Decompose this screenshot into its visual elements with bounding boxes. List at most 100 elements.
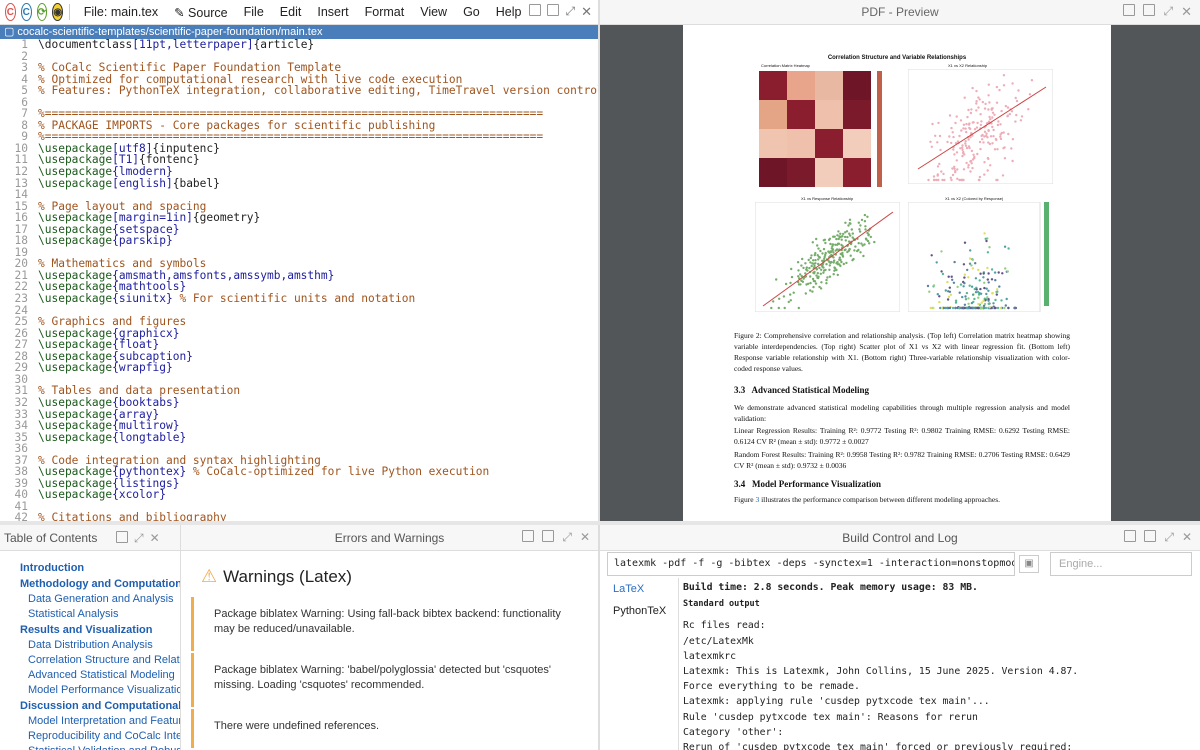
file-title[interactable]: File: main.tex — [76, 5, 166, 19]
scatter-point — [849, 254, 852, 257]
scatter-point — [965, 291, 969, 295]
code-line[interactable]: 1 \documentclass [11pt,letterpaper] {articl… — [0, 39, 598, 51]
menu-help[interactable]: Help — [488, 5, 530, 19]
code-line[interactable]: 34 \usepackage {multirow} — [0, 420, 598, 432]
scatter-point — [846, 250, 849, 254]
timer-icon[interactable]: ⟳ — [36, 3, 48, 21]
scatter-point — [983, 232, 986, 235]
maximize-icon[interactable]: ⤢ — [134, 531, 144, 546]
split-vertical-icon[interactable] — [1143, 4, 1156, 16]
toc-item[interactable]: Statistical Validation and Robustn — [0, 744, 180, 750]
code-line[interactable]: 12 \usepackage {lmodern} — [0, 166, 598, 178]
code-editor[interactable]: 1 \documentclass [11pt,letterpaper] {articl… — [0, 39, 598, 521]
menu-format[interactable]: Format — [357, 5, 413, 19]
code-line[interactable]: 36 — [0, 443, 598, 455]
scatter-point — [987, 108, 990, 111]
toc-item[interactable]: Methodology and Computational — [0, 576, 180, 592]
code-line[interactable]: 13 \usepackage [english] {babel} — [0, 178, 598, 190]
warning-item[interactable]: There were undefined references. — [191, 709, 589, 748]
split-horizontal-icon[interactable] — [522, 530, 535, 542]
split-horizontal-icon[interactable] — [529, 4, 542, 16]
code-line[interactable]: 35 \usepackage {longtable} — [0, 432, 598, 444]
scatter-point — [997, 271, 1000, 274]
scatter-point — [977, 296, 980, 299]
menu-edit[interactable]: Edit — [272, 5, 310, 19]
scatter-point — [809, 256, 812, 260]
toc-item[interactable]: Data Distribution Analysis — [0, 638, 180, 653]
scatter-point — [859, 224, 862, 227]
scatter-point — [1017, 89, 1020, 92]
toc-item[interactable]: Correlation Structure and Relation — [0, 653, 180, 668]
scatter-point — [775, 278, 778, 281]
toc-item[interactable]: Data Generation and Analysis — [0, 592, 180, 607]
split-vertical-icon[interactable] — [1144, 530, 1157, 542]
toc-item[interactable]: Results and Visualization — [0, 622, 180, 638]
engine-select[interactable]: Engine... — [1050, 552, 1192, 576]
code-line[interactable]: 3% CoCalc Scientific Paper Foundation Te… — [0, 62, 598, 74]
frame-icon[interactable]: C — [5, 3, 16, 21]
menu-insert[interactable]: Insert — [309, 5, 356, 19]
scatter-x1-response — [755, 202, 900, 312]
toc-item[interactable]: Advanced Statistical Modeling — [0, 668, 180, 683]
maximize-icon[interactable]: ⤢ — [1164, 530, 1174, 545]
scatter-point — [990, 278, 994, 281]
code-line[interactable]: 40 \usepackage {xcolor} — [0, 489, 598, 501]
build-log[interactable]: Build time: 2.8 seconds. Peak memory usa… — [678, 578, 1200, 750]
scatter-point — [807, 258, 810, 262]
ai-assistant-icon[interactable]: ◉ — [52, 3, 64, 21]
pdf-viewer[interactable]: Correlation Structure and Variable Relat… — [600, 25, 1200, 521]
close-icon[interactable]: ✕ — [581, 4, 592, 20]
scatter-point — [938, 134, 942, 138]
close-icon[interactable]: ✕ — [150, 531, 160, 546]
menu-view[interactable]: View — [412, 5, 455, 19]
build-command-input[interactable]: latexmk -pdf -f -g -bibtex -deps -syncte… — [607, 552, 1015, 576]
split-horizontal-icon[interactable] — [1123, 4, 1136, 16]
close-icon[interactable]: ✕ — [580, 530, 590, 545]
split-vertical-icon[interactable] — [542, 530, 555, 542]
tab-latex[interactable]: LaTeX — [613, 583, 644, 595]
split-vertical-icon[interactable] — [547, 4, 560, 16]
code-line[interactable]: 14 — [0, 189, 598, 201]
close-icon[interactable]: ✕ — [1182, 530, 1192, 545]
line-number: 5 — [21, 84, 28, 98]
toc-item[interactable]: Discussion and Computational In — [0, 698, 180, 714]
menu-go[interactable]: Go — [455, 5, 488, 19]
code-line[interactable]: 42% Citations and bibliography — [0, 512, 598, 521]
scatter-point — [952, 135, 955, 139]
code-line[interactable]: 29 \usepackage {wrapfig} — [0, 362, 598, 374]
maximize-icon[interactable]: ⤢ — [562, 530, 572, 545]
scatter-point — [831, 245, 834, 248]
code-line[interactable]: 18 \usepackage {parskip} — [0, 235, 598, 247]
maximize-icon[interactable]: ⤢ — [565, 4, 575, 20]
menu-file[interactable]: File — [236, 5, 272, 19]
scatter-point — [857, 242, 860, 245]
build-control: latexmk -pdf -f -g -bibtex -deps -syncte… — [603, 552, 1200, 750]
source-button[interactable]: ✎ Source — [166, 5, 236, 20]
scatter-point — [787, 300, 790, 304]
code-line[interactable]: 32 \usepackage {booktabs} — [0, 397, 598, 409]
warning-item[interactable]: Package biblatex Warning: 'babel/polyglo… — [191, 653, 589, 707]
maximize-icon[interactable]: ⤢ — [1163, 4, 1173, 20]
split-horizontal-icon[interactable] — [1124, 530, 1137, 542]
code-line[interactable]: 5% Features: PythonTeX integration, coll… — [0, 85, 598, 97]
split-vertical-icon[interactable] — [116, 531, 128, 543]
toc-item[interactable]: Introduction — [0, 560, 180, 576]
save-command-button[interactable]: ▣ — [1019, 555, 1039, 573]
warning-item[interactable]: Package biblatex Warning: Using fall-bac… — [191, 597, 589, 651]
line-number: 32 — [14, 395, 28, 409]
history-icon[interactable]: C — [20, 3, 32, 21]
toc-item[interactable]: Statistical Analysis — [0, 607, 180, 622]
scatter-point — [834, 249, 837, 252]
file-path-bar[interactable]: ▢ cocalc-scientific-templates/scientific-… — [0, 25, 598, 39]
tab-pythontex[interactable]: PythonTeX — [613, 605, 666, 617]
code-line[interactable]: 25% Graphics and figures — [0, 316, 598, 328]
scatter-point — [953, 167, 956, 170]
toc-item[interactable]: Model Interpretation and Feature — [0, 714, 180, 729]
code-line[interactable]: 23 \usepackage {siunitx} % For scientific … — [0, 293, 598, 305]
scatter-point — [987, 289, 990, 292]
toc-item[interactable]: Reproducibility and CoCalc Integr — [0, 729, 180, 744]
close-icon[interactable]: ✕ — [1181, 4, 1192, 20]
scatter-point — [973, 297, 976, 301]
scatter-point — [841, 235, 844, 238]
toc-item[interactable]: Model Performance Visualization — [0, 683, 180, 698]
